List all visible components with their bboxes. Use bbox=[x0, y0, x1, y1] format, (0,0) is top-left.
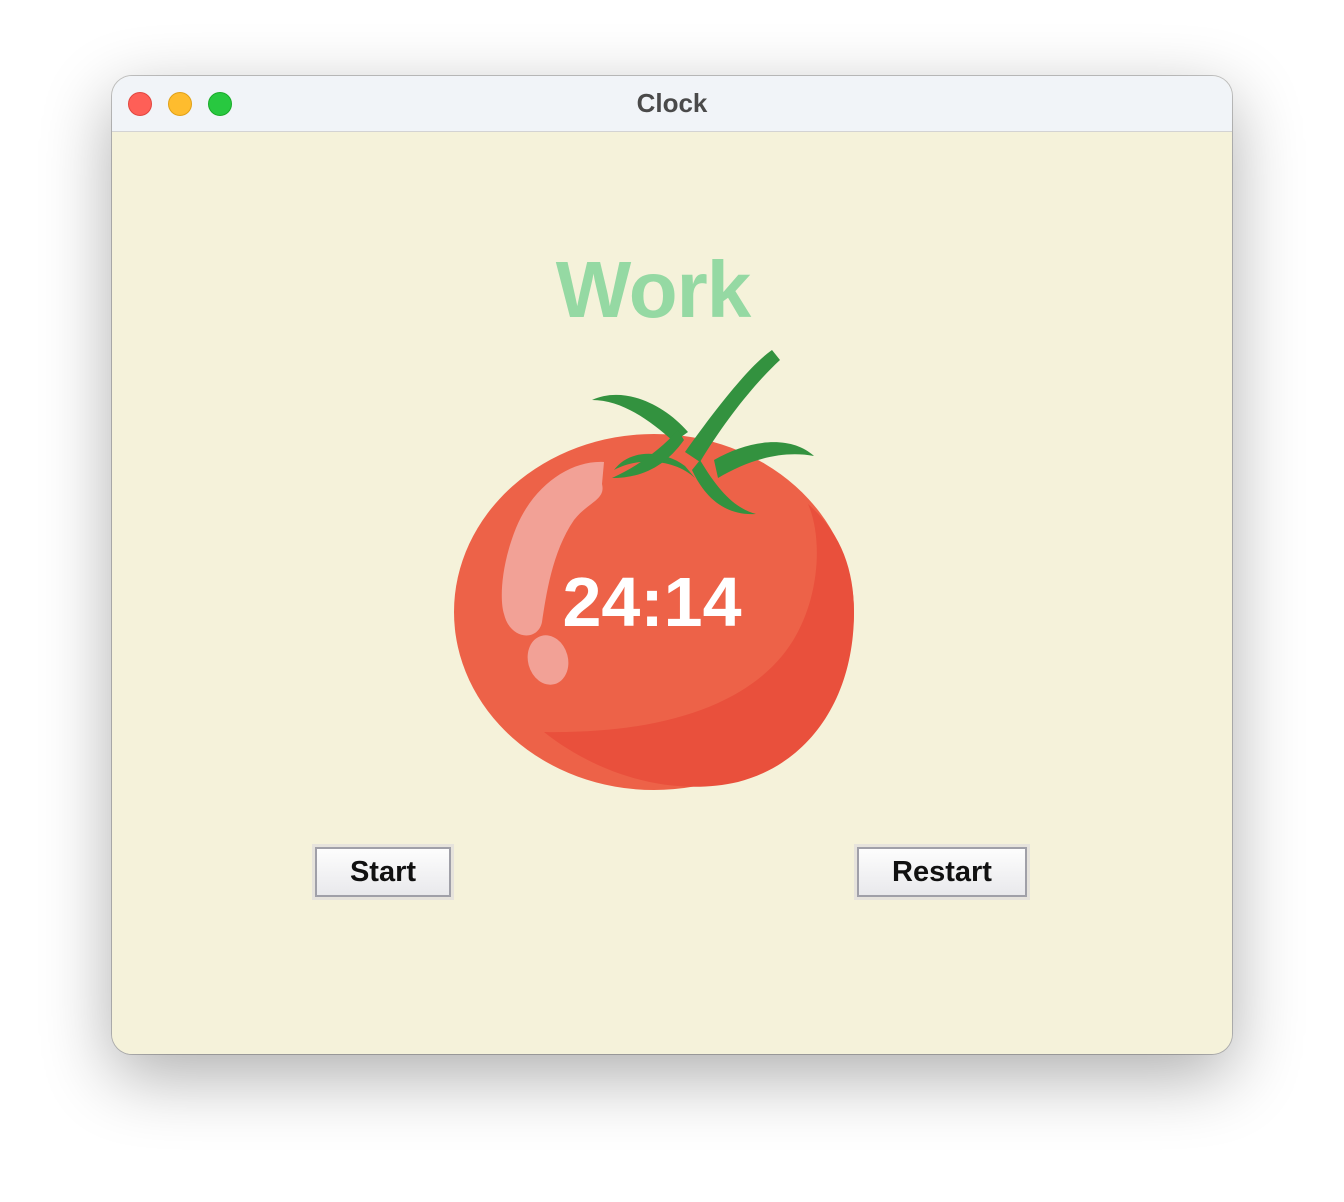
app-window: Clock Work 24:14 Start Restart bbox=[112, 76, 1232, 1054]
mode-label: Work bbox=[555, 245, 752, 334]
window-title: Clock bbox=[636, 88, 708, 118]
start-button[interactable]: Start bbox=[312, 844, 454, 900]
start-button-label: Start bbox=[315, 847, 451, 897]
countdown-timer: 24:14 bbox=[562, 563, 742, 641]
title-bar[interactable]: Clock bbox=[112, 76, 1232, 132]
restart-button[interactable]: Restart bbox=[854, 844, 1030, 900]
restart-button-label: Restart bbox=[857, 847, 1027, 897]
main-content: Work 24:14 Start Restart bbox=[112, 132, 1232, 1054]
